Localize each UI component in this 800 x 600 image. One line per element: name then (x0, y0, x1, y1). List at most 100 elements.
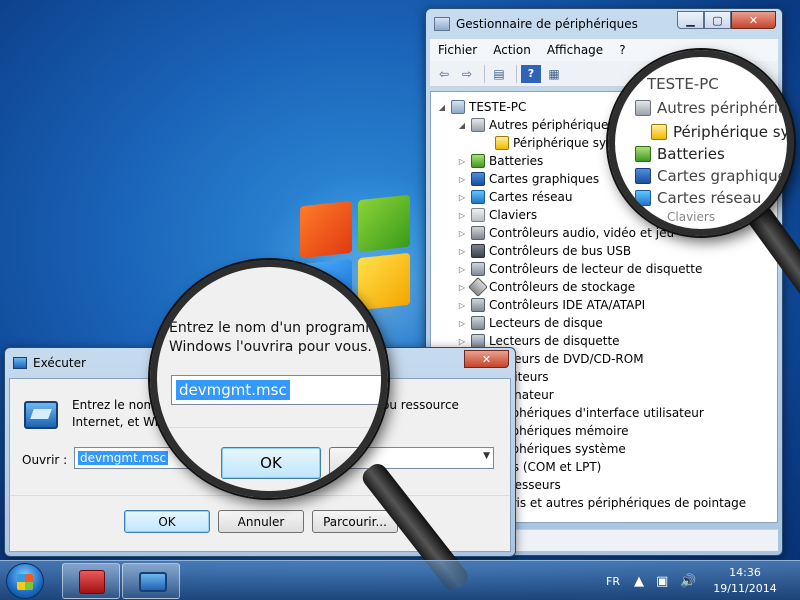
tree-item-label: Cartes réseau (489, 190, 573, 204)
window-title: Gestionnaire de périphériques (456, 17, 638, 31)
back-icon[interactable]: ⇦ (434, 65, 454, 83)
expand-arrow-icon[interactable]: ▷ (457, 175, 467, 184)
tree-root[interactable]: ◢ TESTE-PC (437, 98, 526, 116)
tree-item[interactable]: ▷ Batteries (457, 152, 543, 170)
toolbar-separator (516, 64, 517, 83)
expand-arrow-icon[interactable]: ▷ (457, 157, 467, 166)
run-program-icon (24, 401, 58, 429)
magnifier-run-dialog: Entrez le nom d'un programme, do Windows… (150, 260, 388, 498)
tree-item-label: Contrôleurs de bus USB (489, 244, 632, 258)
close-button[interactable]: ✕ (731, 11, 776, 29)
tree-item[interactable]: ▷ Contrôleurs de bus USB (457, 242, 631, 260)
tree-item-label: Batteries (489, 154, 544, 168)
keyboard-icon (471, 208, 485, 222)
menu-action[interactable]: Action (485, 43, 539, 57)
magnified-root: TESTE-PC (647, 75, 719, 93)
run-program-icon (139, 572, 167, 592)
run-title: Exécuter (33, 356, 86, 370)
tree-item-label: Contrôleurs de lecteur de disquette (489, 262, 703, 276)
magnified-desc-line1: Entrez le nom d'un programme, do (169, 320, 388, 336)
menu-affichage[interactable]: Affichage (539, 43, 611, 57)
tree-item-label: Contrôleurs de stockage (489, 280, 636, 294)
volume-icon[interactable]: 🔊 (680, 561, 696, 600)
open-label: Ouvrir : (22, 453, 68, 467)
run-close-button[interactable]: ✕ (464, 350, 509, 368)
tree-item[interactable]: ▷ Contrôleurs IDE ATA/ATAPI (457, 296, 645, 314)
taskbar-item-run[interactable] (122, 563, 180, 599)
expand-arrow-icon[interactable]: ▷ (457, 211, 467, 220)
tree-item-label: Autres périphériques (489, 118, 615, 132)
tree-item[interactable]: ▷ Contrôleurs de lecteur de disquette (457, 260, 702, 278)
forward-icon[interactable]: ⇨ (457, 65, 477, 83)
expand-arrow-icon[interactable]: ▷ (457, 229, 467, 238)
tree-item[interactable]: ▷ Cartes graphiques (457, 170, 599, 188)
tree-item[interactable]: ▷ Lecteurs de disque (457, 314, 603, 332)
toolbar-separator (484, 64, 485, 83)
start-button[interactable] (6, 563, 44, 599)
tree-item-label: Lecteurs de disque (489, 316, 603, 330)
collapse-arrow-icon[interactable]: ◢ (457, 121, 467, 130)
expand-arrow-icon[interactable]: ▷ (457, 247, 467, 256)
minimize-button[interactable]: ▁ (677, 11, 704, 29)
magnified-row: Cartes graphiques (635, 167, 787, 185)
taskbar: FR ▲ ▣ 🔊 14:36 19/11/2014 (0, 560, 800, 600)
display-adapter-icon (635, 168, 651, 184)
browse-button[interactable]: Parcourir... (312, 510, 398, 533)
clock[interactable]: 14:36 19/11/2014 (710, 565, 780, 597)
magnified-ok-button: OK (221, 447, 321, 479)
toolbox-icon (79, 570, 105, 594)
tree-item-label: Contrôleurs IDE ATA/ATAPI (489, 298, 646, 312)
device-icon (471, 118, 485, 132)
chevron-down-icon[interactable]: ▼ (483, 451, 490, 461)
maximize-button[interactable]: ▢ (704, 11, 731, 29)
help-icon[interactable]: ? (521, 64, 541, 83)
tree-item[interactable]: ▷ Contrôleurs de stockage (457, 277, 636, 297)
magnifier-lens: TESTE-PC Autres périphériques Périphériq… (615, 57, 787, 229)
magnified-divider (157, 427, 381, 428)
storage-icon (468, 277, 488, 297)
device-icon (635, 100, 651, 116)
usb-icon (471, 244, 485, 258)
magnified-description: Entrez le nom d'un programme, do Windows… (169, 319, 388, 357)
expand-arrow-icon[interactable]: ▷ (457, 193, 467, 202)
ok-button[interactable]: OK (124, 510, 210, 533)
show-hidden-icons-icon[interactable]: ▲ (634, 561, 644, 600)
expand-arrow-icon[interactable]: ▷ (457, 337, 467, 346)
tree-item[interactable]: ▷ Claviers (457, 206, 537, 224)
magnified-row: Claviers (667, 210, 716, 224)
device-manager-icon (434, 17, 450, 31)
collapse-arrow-icon[interactable]: ◢ (437, 103, 447, 112)
cancel-button[interactable]: Annuler (218, 510, 304, 533)
device-manager-titlebar[interactable]: Gestionnaire de périphériques ▁ ▢ ✕ (426, 9, 782, 39)
taskbar-item-toolbox[interactable] (62, 563, 120, 599)
display-adapter-icon (471, 172, 485, 186)
ide-icon (471, 298, 485, 312)
floppy-icon (471, 334, 485, 348)
tree-item-label: Souris et autres périphériques de pointa… (489, 496, 747, 510)
network-icon[interactable]: ▣ (656, 561, 668, 600)
magnified-row: Périphérique sy (651, 123, 787, 141)
warning-device-icon (651, 124, 667, 140)
computer-icon (451, 100, 465, 114)
show-hide-tree-icon[interactable]: ▤ (489, 65, 509, 83)
magnified-row: Autres périphériques (635, 99, 787, 117)
expand-arrow-icon[interactable]: ▷ (457, 265, 467, 274)
tree-item[interactable]: ◢ Autres périphériques (457, 116, 615, 134)
tree-item[interactable]: ▷ Contrôleurs audio, vidéo et jeu (457, 224, 674, 242)
menu-fichier[interactable]: Fichier (430, 43, 485, 57)
clock-time: 14:36 (729, 566, 761, 579)
tree-item-label: Lecteurs de disquette (489, 334, 620, 348)
tree-item[interactable]: ▷ Cartes réseau (457, 188, 572, 206)
battery-icon (471, 154, 485, 168)
magnified-open-value: devmgmt.msc (176, 380, 290, 400)
properties-icon[interactable]: ▦ (544, 65, 564, 83)
warning-device-icon (495, 136, 509, 150)
expand-arrow-icon[interactable]: ▷ (457, 283, 467, 292)
open-value[interactable]: devmgmt.msc (78, 451, 169, 465)
menu-help[interactable]: ? (611, 43, 633, 57)
magnified-cancel-button: A (329, 447, 381, 479)
floppy-controller-icon (471, 262, 485, 276)
expand-arrow-icon[interactable]: ▷ (457, 301, 467, 310)
language-indicator[interactable]: FR (606, 561, 620, 600)
expand-arrow-icon[interactable]: ▷ (457, 319, 467, 328)
